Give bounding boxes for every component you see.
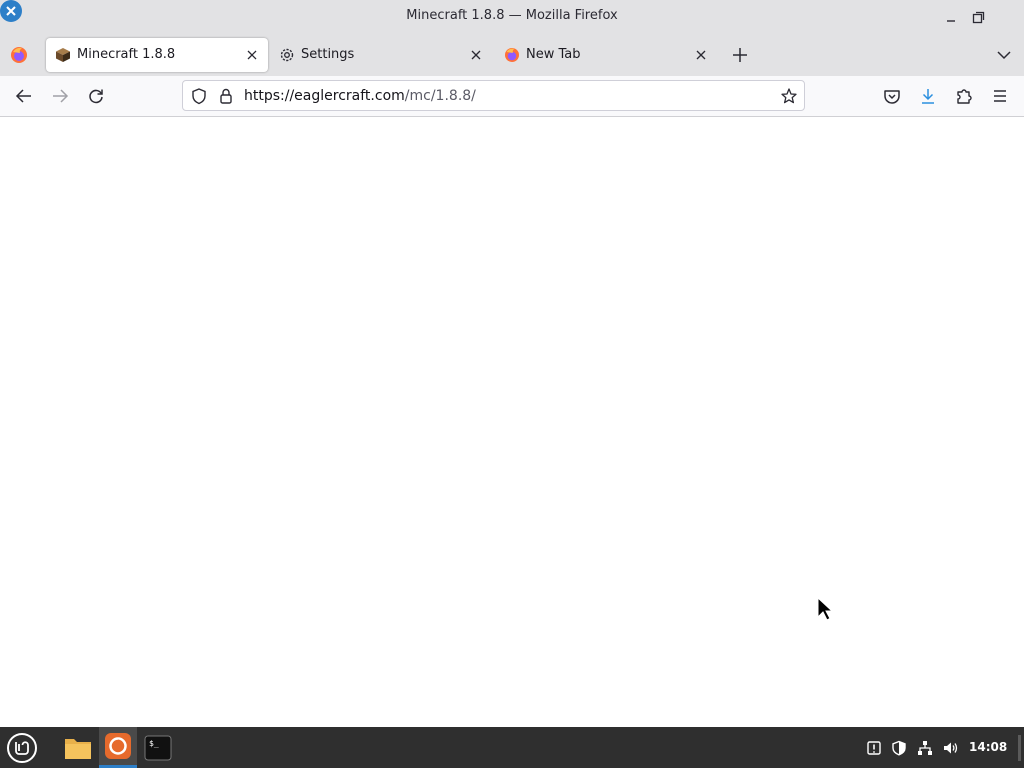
start-menu-button[interactable]	[4, 727, 40, 768]
back-button[interactable]	[14, 86, 34, 106]
tab-settings[interactable]: Settings	[270, 38, 492, 72]
firefox-view-button[interactable]	[10, 46, 28, 64]
files-app-button[interactable]	[58, 727, 98, 768]
extensions-button[interactable]	[954, 86, 974, 106]
firefox-icon	[11, 47, 27, 63]
maximize-button[interactable]	[967, 6, 989, 28]
volume-icon[interactable]	[941, 727, 961, 768]
show-desktop-button[interactable]	[1016, 727, 1024, 768]
arrow-left-icon	[15, 89, 31, 103]
tab-minecraft[interactable]: Minecraft 1.8.8	[46, 38, 268, 72]
lock-icon[interactable]	[217, 87, 235, 105]
tab-label: New Tab	[526, 47, 581, 62]
url-text[interactable]: https://eaglercraft.com/mc/1.8.8/	[244, 88, 476, 104]
download-icon	[922, 89, 934, 104]
linux-mint-logo-icon	[7, 732, 37, 763]
app-menu-button[interactable]	[990, 86, 1010, 106]
tab-close-button[interactable]	[468, 47, 484, 63]
url-path: /mc/1.8.8/	[404, 88, 476, 104]
window-title: Minecraft 1.8.8 — Mozilla Firefox	[406, 8, 618, 23]
downloads-button[interactable]	[918, 86, 938, 106]
pocket-button[interactable]	[882, 86, 902, 106]
minimize-button[interactable]	[940, 6, 962, 28]
tab-label: Settings	[301, 47, 355, 62]
reload-button[interactable]	[86, 86, 106, 106]
shield-icon[interactable]	[889, 727, 909, 768]
mouse-cursor-icon	[816, 597, 834, 621]
hamburger-menu-icon	[994, 90, 1006, 102]
navigation-toolbar: https://eaglercraft.com/mc/1.8.8/	[0, 76, 1024, 117]
reload-icon	[89, 89, 103, 104]
terminal-icon: $_	[144, 735, 172, 760]
gear-icon	[279, 47, 295, 63]
bookmark-star-button[interactable]	[780, 87, 798, 105]
address-bar[interactable]: https://eaglercraft.com/mc/1.8.8/	[182, 80, 805, 111]
pocket-icon	[884, 90, 900, 104]
page-content-area[interactable]	[0, 117, 1024, 727]
restore-icon	[972, 11, 985, 24]
network-icon[interactable]	[915, 727, 935, 768]
close-icon	[471, 50, 481, 60]
clock[interactable]: 14:08	[969, 740, 1007, 754]
chevron-down-icon	[997, 51, 1011, 60]
forward-button[interactable]	[50, 86, 70, 106]
minecraft-block-icon	[55, 47, 71, 63]
star-icon	[781, 88, 797, 104]
tab-close-button[interactable]	[244, 47, 260, 63]
minimize-icon	[947, 20, 955, 22]
arrow-right-icon	[53, 89, 69, 103]
window-titlebar: Minecraft 1.8.8 — Mozilla Firefox	[0, 0, 1024, 34]
new-tab-button[interactable]	[730, 45, 750, 65]
puzzle-icon	[957, 89, 972, 104]
taskbar: $_ 14:08	[0, 727, 1024, 768]
tracking-protection-shield-icon[interactable]	[190, 87, 208, 105]
close-icon	[247, 50, 257, 60]
close-icon	[696, 50, 706, 60]
firefox-icon	[105, 733, 131, 759]
svg-text:$_: $_	[149, 739, 159, 748]
list-all-tabs-button[interactable]	[994, 45, 1014, 65]
folder-icon	[65, 738, 91, 759]
tab-new-tab[interactable]: New Tab	[495, 38, 717, 72]
tab-close-button[interactable]	[693, 47, 709, 63]
terminal-app-button[interactable]: $_	[140, 727, 176, 768]
plus-icon	[733, 48, 747, 62]
url-host: https://eaglercraft.com	[244, 88, 405, 104]
firefox-app-button[interactable]	[99, 727, 137, 768]
update-manager-icon[interactable]	[864, 727, 884, 768]
firefox-icon	[504, 47, 520, 63]
tab-label: Minecraft 1.8.8	[77, 47, 176, 62]
